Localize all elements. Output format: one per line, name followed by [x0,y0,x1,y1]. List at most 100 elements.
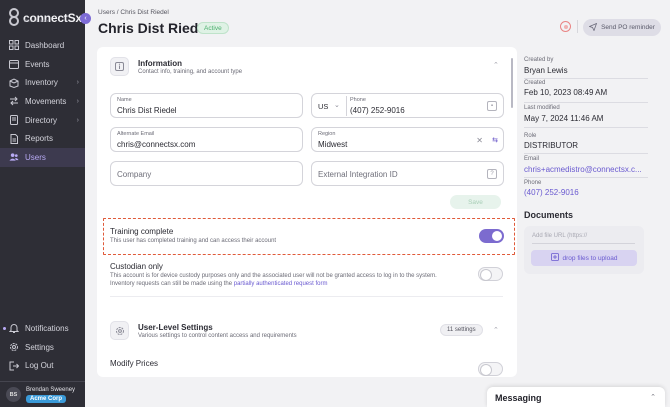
chevron-right-icon: › [76,79,79,87]
upload-button[interactable]: drop files to upload [531,250,637,266]
sidebar-item-movements[interactable]: Movements › [0,92,85,111]
upload-label: drop files to upload [562,254,618,262]
sidebar-item-inventory[interactable]: Inventory › [0,73,85,92]
sidebar-item-dashboard[interactable]: Dashboard [0,36,85,55]
region-field[interactable]: Region Midwest ✕ ⇆ [311,127,504,152]
breadcrumb-users-link[interactable]: Users [98,9,115,16]
box-icon [9,78,19,88]
directory-icon [9,115,19,126]
training-subtitle: This user has completed training and can… [110,238,277,244]
name-value: Chris Dist Riedel [117,106,177,115]
information-section-header[interactable]: Information Contact info, training, and … [110,57,242,76]
page-title: Chris Dist Riedel [98,20,211,36]
phone-link[interactable]: (407) 252-9016 [524,188,579,197]
user-settings-section-header[interactable]: User-Level Settings Various settings to … [110,321,297,340]
dashboard-icon [9,40,19,51]
clear-icon[interactable]: ✕ [476,136,483,145]
help-icon[interactable]: ? [487,169,497,179]
org-badge: Acme Corp [26,394,67,403]
alternate-email-field[interactable]: Alternate Email chris@connectsx.com [110,127,303,152]
sidebar-item-label: Inventory [25,78,58,88]
sidebar-item-label: Dashboard [25,40,65,50]
user-settings-title: User-Level Settings [138,322,213,332]
alternate-email-value: chris@connectsx.com [117,140,196,149]
region-value: Midwest [318,140,348,149]
phone-label: Phone [524,180,542,186]
country-select[interactable]: US [318,102,328,111]
collapse-sidebar-button[interactable]: ‹ [80,13,91,24]
contact-card-icon[interactable]: ▪ [487,101,497,111]
breadcrumb-current: Chris Dist Riedel [120,9,169,16]
chevron-right-icon: › [76,97,79,105]
logout-icon [9,361,19,371]
name-field[interactable]: Name Chris Dist Riedel [110,93,303,118]
modify-prices-toggle[interactable] [478,362,503,376]
messaging-title: Messaging [495,393,542,403]
custodian-title: Custodian only [110,262,163,271]
chevron-up-icon[interactable]: ⌃ [650,393,656,401]
save-button[interactable]: Save [450,195,501,209]
sidebar-item-reports[interactable]: Reports [0,129,85,148]
phone-value: (407) 252-9016 [350,106,405,115]
gear-icon [9,342,19,352]
calendar-icon [9,59,19,70]
sidebar-item-label: Notifications [25,323,69,333]
sidebar-item-label: Users [25,152,46,162]
divider [524,153,648,154]
divider [524,127,648,128]
created-value: Feb 10, 2023 08:49 AM [524,88,608,97]
send-po-label: Send PO reminder [601,24,655,31]
divider [110,296,503,297]
sidebar-item-label: Reports [25,134,54,144]
sidebar-nav: Dashboard Events Inventory › Movements › [0,36,85,167]
sidebar-item-label: Movements [25,96,67,106]
information-subtitle: Contact info, training, and account type [138,68,243,75]
documents-title: Documents [524,210,574,220]
avatar: BS [6,387,21,402]
breadcrumb-separator: / [116,9,119,16]
swap-icon[interactable]: ⇆ [492,136,498,144]
documents-dropzone[interactable]: Add file URL (https:// drop files to upl… [524,226,644,274]
logo[interactable]: connectSx [8,8,82,28]
chevron-up-icon[interactable]: ⌃ [493,61,499,69]
sidebar-item-users[interactable]: Users [0,148,85,167]
reports-icon [9,133,19,144]
sidebar-item-notifications[interactable]: Notifications [0,319,85,338]
messaging-panel[interactable]: Messaging ⌃ [487,387,665,407]
external-integration-id-field[interactable]: External Integration ID ? [311,161,504,186]
notification-dot [3,327,6,330]
send-icon [588,22,598,33]
email-link[interactable]: chris+acmedistro@connectsx.c... [524,165,642,174]
custodian-only-toggle[interactable] [478,267,503,281]
sidebar-item-directory[interactable]: Directory › [0,111,85,130]
breadcrumb: Users / Chris Dist Riedel [98,9,169,16]
information-title: Information [138,58,182,68]
scrollbar[interactable] [511,58,513,108]
status-badge: Active [197,22,229,34]
region-label: Region [318,131,336,137]
user-info: Brendan Sweeney Acme Corp [26,387,75,403]
sidebar-item-logout[interactable]: Log Out [0,356,85,375]
training-complete-toggle[interactable] [479,229,504,243]
upload-icon [550,253,559,263]
alert-icon[interactable] [560,21,571,32]
arrows-icon [9,96,19,106]
sidebar-item-events[interactable]: Events [0,55,85,74]
phone-field[interactable]: US ⌄ Phone (407) 252-9016 ▪ [311,93,504,118]
chevron-up-icon[interactable]: ⌃ [493,326,499,334]
current-user[interactable]: BS Brendan Sweeney Acme Corp [0,381,85,407]
partial-request-form-link[interactable]: partially authenticated request form [234,281,328,287]
custodian-subtitle-text: This account is for device custody purpo… [110,273,437,279]
user-detail-card: Information Contact info, training, and … [97,47,517,377]
email-label: Email [524,156,540,162]
divider [524,177,648,178]
alternate-email-label: Alternate Email [117,131,155,137]
custodian-subtitle-text-2: Inventory requests can still be made usi… [110,281,233,287]
file-url-input[interactable]: Add file URL (https:// [532,233,635,244]
phone-divider [346,96,347,116]
modify-prices-title: Modify Prices [110,359,159,368]
company-field[interactable]: Company [110,161,303,186]
send-po-reminder-button[interactable]: Send PO reminder [583,19,661,36]
sidebar-item-settings[interactable]: Settings [0,338,85,357]
sidebar-item-label: Settings [25,342,54,352]
